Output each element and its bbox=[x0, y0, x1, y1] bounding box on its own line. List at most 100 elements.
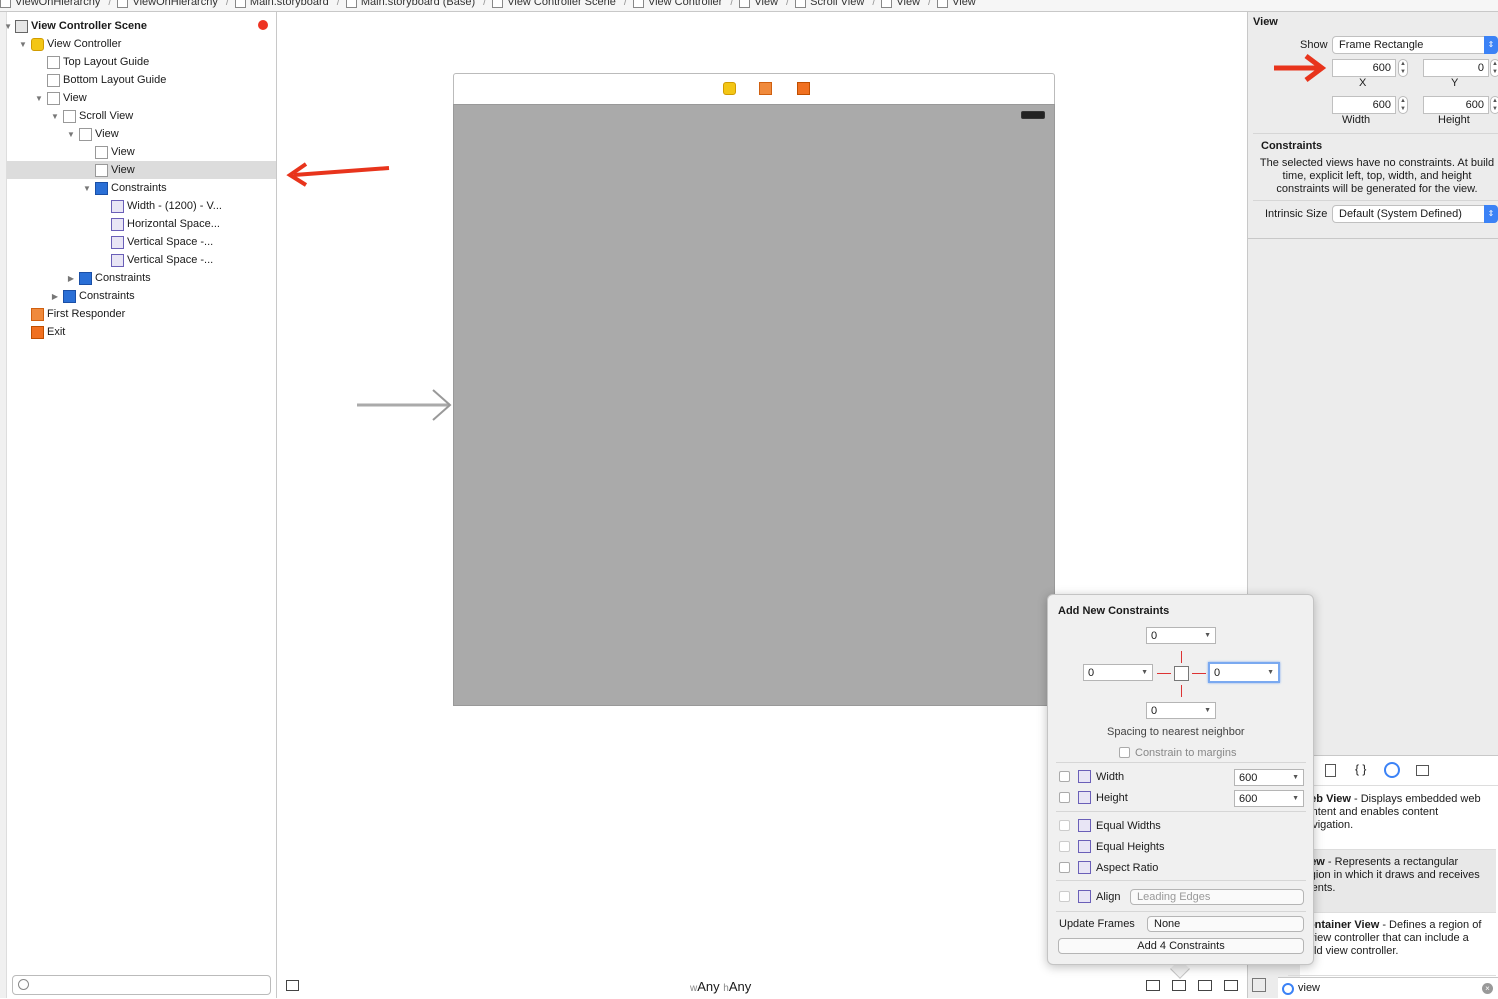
disclosure-triangle-icon[interactable]: ▼ bbox=[18, 40, 28, 49]
breadcrumb-item[interactable]: ViewOnHierarchy / bbox=[0, 0, 111, 8]
breadcrumb-item[interactable]: View / bbox=[739, 0, 789, 8]
y-stepper[interactable]: ▲ ▼ bbox=[1490, 59, 1498, 77]
height-checkbox[interactable] bbox=[1059, 792, 1070, 803]
align-icon[interactable] bbox=[1146, 980, 1160, 991]
height-value-field[interactable]: 600 ▼ bbox=[1234, 790, 1304, 807]
dropdown-icon: ▼ bbox=[1141, 669, 1148, 676]
top-spacing-field[interactable]: 0 ▼ bbox=[1146, 627, 1216, 644]
constraints-icon bbox=[79, 271, 92, 285]
outline-item[interactable]: Vertical Space -... bbox=[7, 251, 276, 269]
width-checkbox[interactable] bbox=[1059, 771, 1070, 782]
object-library-icon[interactable] bbox=[1384, 762, 1400, 778]
annotation-arrow-icon bbox=[286, 162, 390, 187]
align-popup[interactable]: Leading Edges bbox=[1130, 889, 1304, 905]
resizing-icon[interactable] bbox=[1224, 980, 1238, 991]
filter-text[interactable]: view bbox=[1298, 982, 1320, 994]
library-item[interactable]: Container View - Defines a region of a v… bbox=[1288, 913, 1496, 976]
align-label: Align bbox=[1096, 890, 1121, 903]
outline-item[interactable]: Exit bbox=[7, 323, 276, 341]
constrain-margins-checkbox[interactable] bbox=[1119, 747, 1130, 758]
outline-item[interactable]: Vertical Space -... bbox=[7, 233, 276, 251]
equal-heights-checkbox[interactable] bbox=[1059, 841, 1070, 852]
constraint-icon bbox=[111, 235, 124, 249]
pin-icon[interactable] bbox=[1172, 980, 1186, 991]
outline-item[interactable]: ▼ View Controller bbox=[7, 35, 276, 53]
grid-view-icon[interactable] bbox=[1252, 978, 1266, 992]
first-responder-icon[interactable] bbox=[759, 82, 772, 95]
bottom-strut-icon[interactable] bbox=[1181, 685, 1182, 697]
code-snippet-icon[interactable]: { } bbox=[1355, 762, 1366, 776]
outline-item[interactable]: Top Layout Guide bbox=[7, 53, 276, 71]
media-library-icon[interactable] bbox=[1416, 765, 1429, 776]
outline-item[interactable]: ▼ Constraints bbox=[7, 179, 276, 197]
breadcrumb-item[interactable]: View Controller / bbox=[632, 0, 733, 8]
breadcrumb-item[interactable]: View bbox=[937, 0, 976, 8]
clear-icon[interactable]: × bbox=[1482, 983, 1493, 994]
show-popup[interactable]: Frame Rectangle ⇕ bbox=[1332, 36, 1498, 54]
outline-item-label: Exit bbox=[47, 326, 66, 338]
disclosure-triangle-icon[interactable]: ▼ bbox=[4, 22, 12, 31]
disclosure-triangle-icon[interactable]: ▼ bbox=[50, 112, 60, 121]
size-class-control[interactable]: wAny hAny bbox=[690, 979, 751, 994]
outline-item[interactable]: View bbox=[7, 143, 276, 161]
outline-item[interactable]: First Responder bbox=[7, 305, 276, 323]
file-icon bbox=[345, 0, 357, 8]
bottom-spacing-field[interactable]: 0 ▼ bbox=[1146, 702, 1216, 719]
breadcrumb-item[interactable]: ViewOnHierarchy / bbox=[117, 0, 229, 8]
equal-widths-checkbox[interactable] bbox=[1059, 820, 1070, 831]
right-strut-icon[interactable] bbox=[1192, 673, 1206, 674]
outline-item[interactable]: Horizontal Space... bbox=[7, 215, 276, 233]
update-frames-popup[interactable]: None bbox=[1147, 916, 1304, 932]
outline-item[interactable]: Width - (1200) - V... bbox=[7, 197, 276, 215]
library-filter[interactable]: view × bbox=[1278, 977, 1498, 999]
intrinsic-size-popup[interactable]: Default (System Defined) ⇕ bbox=[1332, 205, 1498, 223]
outline-item[interactable]: Bottom Layout Guide bbox=[7, 71, 276, 89]
constraints-icon bbox=[95, 181, 108, 195]
resolve-issues-icon[interactable] bbox=[1198, 980, 1212, 991]
disclosure-triangle-icon[interactable]: ▼ bbox=[66, 130, 76, 139]
y-field[interactable]: 0 bbox=[1423, 59, 1489, 77]
breadcrumb-item[interactable]: Scroll View / bbox=[795, 0, 875, 8]
disclosure-triangle-icon[interactable]: ▶ bbox=[66, 274, 76, 283]
outline-item[interactable]: ▼ View bbox=[7, 125, 276, 143]
right-spacing-field[interactable]: 0 ▼ bbox=[1208, 662, 1280, 683]
outline-item[interactable]: ▼ View bbox=[7, 89, 276, 107]
dropdown-icon: ▼ bbox=[1204, 707, 1211, 714]
breadcrumb-item[interactable]: View Controller Scene / bbox=[492, 0, 627, 8]
outline-item-label: View bbox=[111, 164, 135, 176]
outline-item[interactable]: ▶ Constraints bbox=[7, 269, 276, 287]
align-checkbox[interactable] bbox=[1059, 891, 1070, 902]
scene-view[interactable] bbox=[453, 104, 1055, 706]
view-controller-icon[interactable] bbox=[723, 82, 736, 95]
top-strut-icon[interactable] bbox=[1181, 651, 1182, 663]
toggle-outline-icon[interactable] bbox=[286, 980, 299, 991]
disclosure-triangle-icon[interactable]: ▼ bbox=[34, 94, 44, 103]
exit-icon[interactable] bbox=[797, 82, 810, 95]
library-item[interactable]: Web View - Displays embedded web content… bbox=[1288, 787, 1496, 850]
file-template-icon[interactable] bbox=[1325, 764, 1336, 777]
file-icon bbox=[117, 0, 129, 8]
breadcrumb-item[interactable]: View / bbox=[881, 0, 931, 8]
outline-item[interactable]: View bbox=[7, 161, 276, 179]
outline-filter-input[interactable] bbox=[12, 975, 271, 995]
width-stepper[interactable]: ▲ ▼ bbox=[1398, 96, 1408, 114]
width-value-field[interactable]: 600 ▼ bbox=[1234, 769, 1304, 786]
height-stepper[interactable]: ▲ ▼ bbox=[1490, 96, 1498, 114]
left-spacing-field[interactable]: 0 ▼ bbox=[1083, 664, 1153, 681]
breadcrumb-item[interactable]: Main.storyboard (Base) / bbox=[345, 0, 486, 8]
height-field[interactable]: 600 bbox=[1423, 96, 1489, 114]
aspect-ratio-checkbox[interactable] bbox=[1059, 862, 1070, 873]
disclosure-triangle-icon[interactable]: ▼ bbox=[82, 184, 92, 193]
x-stepper[interactable]: ▲ ▼ bbox=[1398, 59, 1408, 77]
add-constraints-button[interactable]: Add 4 Constraints bbox=[1058, 938, 1304, 954]
x-field[interactable]: 600 bbox=[1332, 59, 1396, 77]
breadcrumb-item[interactable]: Main.storyboard / bbox=[234, 0, 340, 8]
left-strut-icon[interactable] bbox=[1157, 673, 1171, 674]
outline-item[interactable]: ▶ Constraints bbox=[7, 287, 276, 305]
disclosure-triangle-icon[interactable]: ▶ bbox=[50, 292, 60, 301]
outline-item[interactable]: ▼ View Controller Scene bbox=[4, 17, 276, 35]
library-item[interactable]: View - Represents a rectangular region i… bbox=[1288, 850, 1496, 913]
outline-item[interactable]: ▼ Scroll View bbox=[7, 107, 276, 125]
width-field[interactable]: 600 bbox=[1332, 96, 1396, 114]
view-icon bbox=[47, 91, 60, 105]
